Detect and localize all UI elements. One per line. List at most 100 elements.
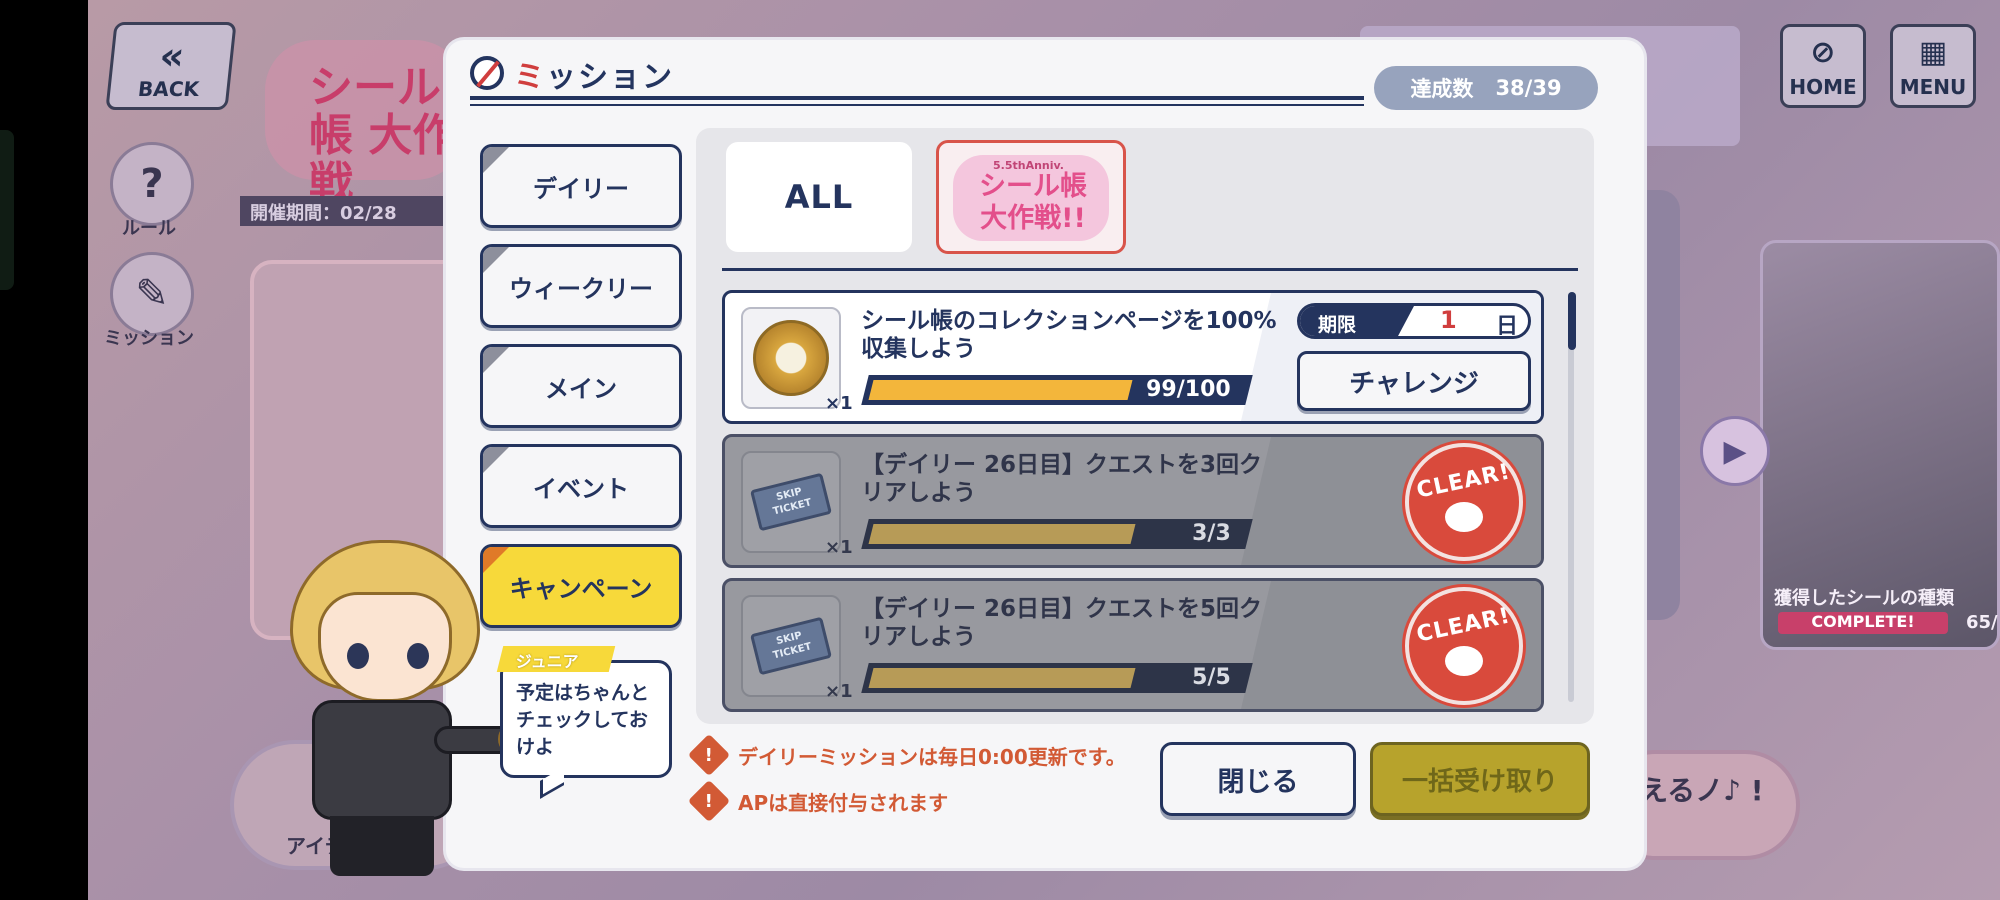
close-label: 閉じる bbox=[1217, 766, 1299, 798]
character-avatar bbox=[284, 540, 532, 880]
progress-fill bbox=[868, 524, 1136, 544]
clipboard-icon: ✎ bbox=[135, 271, 169, 317]
tab-main[interactable]: メイン bbox=[480, 344, 682, 428]
home-button[interactable]: ⊘ HOME bbox=[1780, 24, 1866, 108]
home-label: HOME bbox=[1789, 75, 1857, 99]
left-edge-handle bbox=[0, 130, 14, 290]
menu-label: MENU bbox=[1899, 75, 1967, 99]
title-rest: ッション bbox=[546, 60, 674, 95]
double-chevron-left-icon: « bbox=[157, 34, 187, 78]
progress-fill bbox=[868, 668, 1136, 688]
reward-qty: ×1 bbox=[825, 537, 853, 558]
bg-banner-text: えるノ♪ ! bbox=[1640, 774, 1764, 807]
tab-label: ウィークリー bbox=[509, 274, 653, 303]
grid-menu-icon: ▦ bbox=[1918, 35, 1948, 70]
back-button[interactable]: « BACK bbox=[105, 22, 237, 110]
filter-all-button[interactable]: ALL bbox=[726, 142, 912, 252]
scrollbar-thumb[interactable] bbox=[1568, 292, 1576, 350]
note-daily: ! デイリーミッションは毎日0:00更新です。 bbox=[687, 733, 1126, 777]
mission-title-icon bbox=[470, 56, 504, 90]
mission-text: 【デイリー 26日目】クエストを5回クリアしよう bbox=[861, 596, 1263, 650]
receive-all-label: 一括受け取り bbox=[1401, 766, 1558, 797]
tab-label: デイリー bbox=[533, 174, 629, 203]
deadline-label: 期限 bbox=[1300, 306, 1414, 336]
rule-label: ルール bbox=[122, 218, 176, 239]
progress-bar: 5/5 bbox=[861, 663, 1253, 693]
progress-text: 3/3 bbox=[1192, 521, 1232, 546]
filter-event-button[interactable]: 5.5thAnniv. シール帳 大作戦!! bbox=[936, 140, 1126, 254]
clear-stamp-icon: CLEAR! bbox=[1405, 587, 1523, 705]
game-screen: « BACK ⊘ HOME ▦ MENU シール帳 大作戦 開催期間：02/28… bbox=[0, 0, 2000, 900]
mission-text: 【デイリー 26日目】クエストを3回クリアしよう bbox=[861, 452, 1263, 506]
play-icon[interactable]: ▶ bbox=[1700, 416, 1770, 486]
tab-daily[interactable]: デイリー bbox=[480, 144, 682, 228]
title-underline-thin bbox=[470, 104, 1364, 106]
progress-bar: 99/100 bbox=[861, 375, 1253, 405]
filter-divider bbox=[722, 268, 1578, 271]
question-icon: ? bbox=[140, 161, 164, 207]
tab-campaign[interactable]: キャンペーン bbox=[480, 544, 682, 628]
note-ap: ! APは直接付与されます bbox=[687, 779, 949, 823]
mission-card: SKIP TICKET ×1 【デイリー 26日目】クエストを5回クリアしよう … bbox=[722, 578, 1544, 712]
event-period: 開催期間：02/28 bbox=[240, 196, 450, 226]
challenge-label: チャレンジ bbox=[1349, 368, 1479, 399]
filter-all-label: ALL bbox=[784, 178, 854, 216]
back-label: BACK bbox=[136, 77, 201, 101]
skip-ticket-icon: SKIP TICKET bbox=[750, 616, 832, 676]
receive-all-button[interactable]: 一括受け取り bbox=[1370, 742, 1590, 816]
collected-label: 獲得したシールの種類 bbox=[1774, 588, 1954, 609]
character-name-tag: ジュニア bbox=[496, 646, 616, 672]
scrollbar-track[interactable] bbox=[1568, 292, 1574, 702]
note-text: デイリーミッションは毎日0:00更新です。 bbox=[738, 744, 1126, 769]
warning-icon: ! bbox=[687, 733, 731, 777]
clear-stamp-icon: CLEAR! bbox=[1405, 443, 1523, 561]
tab-label: キャンペーン bbox=[509, 574, 653, 603]
character-face bbox=[318, 592, 452, 702]
character-body bbox=[312, 700, 452, 820]
mission-card: ×1 シール帳のコレクションページを100%収集しよう 99/100 期限 1 … bbox=[722, 290, 1544, 424]
progress-text: 99/100 bbox=[1146, 377, 1232, 402]
mission-label: ミッション bbox=[104, 328, 194, 349]
achievement-value: 38/39 bbox=[1495, 76, 1562, 100]
dialog-title: ミッション bbox=[514, 52, 674, 96]
complete-tag: COMPLETE! bbox=[1778, 612, 1948, 634]
tab-weekly[interactable]: ウィークリー bbox=[480, 244, 682, 328]
clear-stamp-label: CLEAR! bbox=[1414, 459, 1514, 504]
character-name: ジュニア bbox=[515, 652, 579, 671]
skip-ticket-icon: SKIP TICKET bbox=[750, 472, 832, 532]
note-text: APは直接付与されます bbox=[738, 790, 949, 815]
close-button[interactable]: 閉じる bbox=[1160, 742, 1356, 816]
menu-button[interactable]: ▦ MENU bbox=[1890, 24, 1976, 108]
event-filter-label: シール帳 大作戦!! bbox=[979, 171, 1087, 234]
medal-icon bbox=[753, 320, 829, 396]
title-underline bbox=[470, 96, 1364, 100]
mission-card: SKIP TICKET ×1 【デイリー 26日目】クエストを3回クリアしよう … bbox=[722, 434, 1544, 568]
tab-label: イベント bbox=[533, 474, 629, 503]
title-first-char: ミ bbox=[514, 60, 546, 95]
progress-fill bbox=[868, 380, 1133, 400]
mission-text: シール帳のコレクションページを100%収集しよう bbox=[861, 308, 1277, 362]
character-legs bbox=[330, 816, 434, 876]
mascot-face-icon bbox=[1445, 502, 1483, 532]
challenge-button[interactable]: チャレンジ bbox=[1297, 351, 1531, 411]
achievement-label: 達成数 bbox=[1410, 77, 1474, 101]
event-logo: シール帳 大作戦 bbox=[265, 30, 465, 208]
deadline-value: 1 bbox=[1440, 306, 1457, 334]
character-eye bbox=[407, 643, 429, 669]
progress-text: 5/5 bbox=[1192, 665, 1232, 690]
tab-event[interactable]: イベント bbox=[480, 444, 682, 528]
home-icon: ⊘ bbox=[1810, 35, 1836, 70]
warning-icon: ! bbox=[687, 779, 731, 823]
character-eye bbox=[347, 643, 369, 669]
mascot-face-icon bbox=[1445, 646, 1483, 676]
reward-qty: ×1 bbox=[825, 681, 853, 702]
deadline-badge: 期限 1 日 bbox=[1297, 303, 1531, 339]
deadline-unit: 日 bbox=[1496, 314, 1519, 339]
collected-count: 65/ bbox=[1966, 612, 1998, 633]
event-logo-text: シール帳 大作戦 bbox=[309, 62, 457, 209]
tab-label: メイン bbox=[545, 374, 617, 403]
reward-qty: ×1 bbox=[825, 393, 853, 414]
clear-stamp-label: CLEAR! bbox=[1414, 603, 1514, 648]
speech-text: 予定はちゃんとチェックしておけよ bbox=[516, 682, 650, 758]
progress-bar: 3/3 bbox=[861, 519, 1253, 549]
